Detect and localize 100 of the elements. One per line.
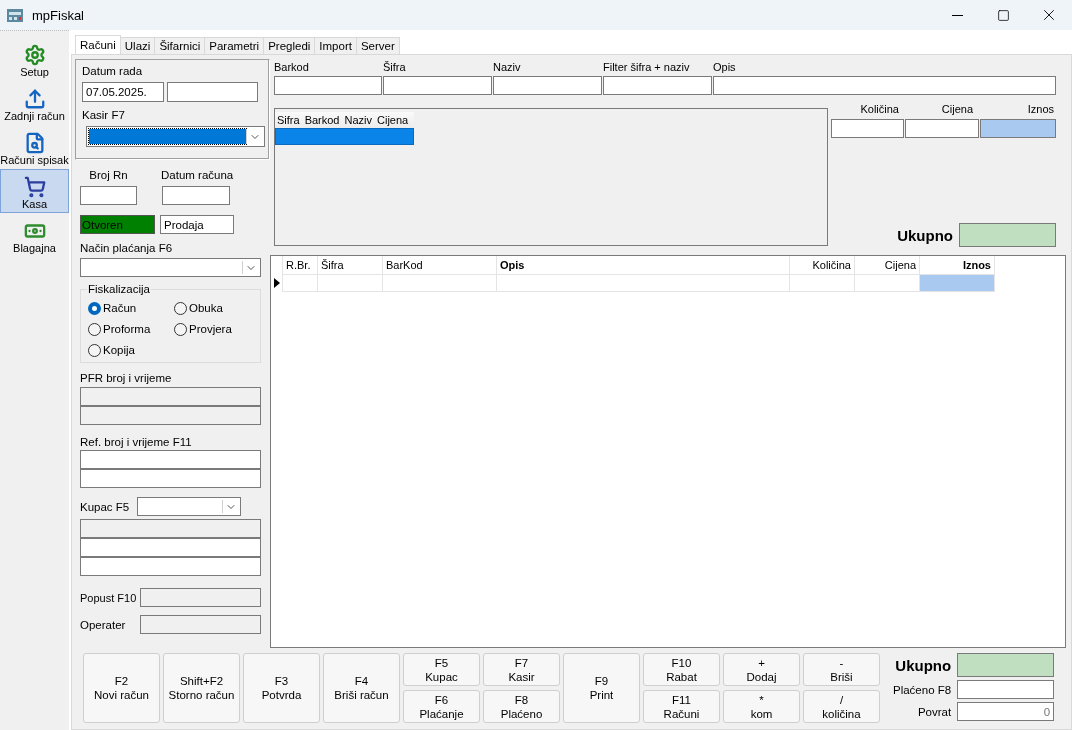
function-button[interactable]: F5 Kupac	[403, 653, 480, 686]
search-field[interactable]	[603, 76, 712, 95]
dropdown-arrow-icon[interactable]	[246, 129, 262, 144]
function-button[interactable]: + Dodaj	[723, 653, 800, 686]
app-icon	[6, 7, 24, 23]
radio-icon[interactable]	[88, 301, 101, 315]
search-field[interactable]	[274, 76, 382, 95]
input-field[interactable]	[80, 450, 261, 469]
change-field: 0	[957, 702, 1055, 721]
field-label: Barkod	[274, 61, 309, 73]
input-field[interactable]	[80, 469, 261, 488]
sidebar-item[interactable]: Setup	[0, 37, 69, 81]
cart-icon	[23, 176, 46, 198]
radio-option[interactable]: Obuka	[174, 300, 260, 316]
field-label: Šifra	[383, 61, 406, 73]
tab[interactable]: Računi	[75, 35, 121, 54]
field-label: Kasir F7	[82, 108, 126, 122]
field-label: Način plaćanja F6	[80, 241, 174, 255]
column-header: Barkod	[304, 114, 340, 126]
input-field[interactable]	[162, 186, 230, 205]
field-label: Ref. broj i vrijeme F11	[80, 435, 193, 449]
field-label: Količina	[860, 103, 899, 115]
dropdown-arrow-icon[interactable]	[222, 500, 238, 513]
sidebar-item[interactable]: Računi spisak	[0, 125, 69, 169]
table-cell	[283, 274, 318, 292]
tab[interactable]: Parametri	[204, 37, 265, 54]
field-label: Datum računa	[161, 168, 234, 182]
function-button[interactable]: / količina	[803, 690, 880, 723]
function-button[interactable]: * kom	[723, 690, 800, 723]
field-label: Povrat	[917, 705, 952, 718]
window-title: mpFiskal	[32, 7, 85, 23]
gear-icon	[23, 44, 46, 66]
type-field[interactable]: Prodaja	[160, 215, 234, 234]
field-label: Naziv	[493, 61, 521, 73]
function-button[interactable]: F2 Novi račun	[83, 653, 160, 723]
search-field[interactable]	[713, 76, 1056, 95]
input-field[interactable]	[80, 538, 261, 557]
radio-icon[interactable]	[88, 343, 101, 357]
total-label: Ukupno	[895, 656, 952, 674]
column-header: Sifra	[277, 114, 300, 126]
field-label: Iznos	[1027, 103, 1054, 115]
field-label: Filter šifra + naziv	[603, 61, 690, 73]
radio-option[interactable]: Račun	[88, 300, 174, 316]
radio-option[interactable]: Provjera	[174, 321, 260, 337]
function-button[interactable]: F3 Potvrda	[243, 653, 320, 723]
payment-dropdown[interactable]	[80, 258, 261, 277]
tab[interactable]: Šifarnici	[154, 37, 206, 54]
table-cell	[790, 274, 855, 292]
tab[interactable]: Pregledi	[263, 37, 316, 54]
field-label: Cijena	[941, 103, 973, 115]
radio-icon[interactable]	[174, 322, 187, 336]
sidebar-item[interactable]: Kasa	[0, 169, 69, 213]
input-field[interactable]	[80, 557, 261, 576]
input-field[interactable]	[980, 119, 1056, 138]
radio-option[interactable]: Proforma	[88, 321, 174, 337]
paid-field[interactable]	[957, 680, 1055, 699]
tab[interactable]: Ulazi	[119, 37, 156, 54]
function-button[interactable]: F10 Rabat	[643, 653, 720, 686]
function-button[interactable]: F4 Briši račun	[323, 653, 400, 723]
function-button[interactable]: F6 Plaćanje	[403, 690, 480, 723]
field-label: PFR broj i vrijeme	[80, 371, 173, 385]
sidebar-item[interactable]: Blagajna	[0, 213, 69, 257]
customer-dropdown[interactable]	[137, 497, 241, 516]
input-field[interactable]	[167, 82, 258, 102]
total-label: Ukupno	[897, 226, 953, 244]
function-button[interactable]: - Briši	[803, 653, 880, 686]
input-field[interactable]	[905, 119, 979, 138]
input-field[interactable]	[831, 119, 904, 138]
function-button[interactable]: F8 Plaćeno	[483, 690, 560, 723]
function-button[interactable]: F9 Print	[563, 653, 640, 723]
maximize-icon	[996, 8, 1010, 22]
input-field[interactable]	[80, 186, 137, 205]
field-label: Broj Rn	[88, 168, 129, 182]
function-button[interactable]: F7 Kasir	[483, 653, 560, 686]
search-field[interactable]	[493, 76, 602, 95]
group-title: Fiskalizacija	[87, 283, 151, 295]
radio-option[interactable]: Kopija	[88, 342, 174, 358]
field-label: Kupac F5	[80, 499, 131, 514]
function-button[interactable]: F11 Računi	[643, 690, 720, 723]
upload-icon	[23, 88, 46, 110]
cashier-dropdown[interactable]	[86, 126, 265, 147]
radio-icon[interactable]	[174, 301, 187, 315]
radio-icon[interactable]	[88, 322, 101, 336]
date-field[interactable]: 07.05.2025.	[82, 82, 164, 102]
table-cell	[855, 274, 920, 292]
tab[interactable]: Import	[314, 37, 357, 54]
sidebar-item[interactable]: Zadnji račun	[0, 81, 69, 125]
field-label: Opis	[713, 61, 736, 73]
search-field[interactable]	[383, 76, 492, 95]
column-header: Naziv	[344, 114, 372, 126]
field-label: Datum rada	[82, 64, 144, 78]
field-label: Popust F10	[80, 590, 138, 605]
status-field: Otvoren	[80, 215, 155, 234]
tab[interactable]: Server	[355, 37, 400, 54]
minimize-icon	[951, 14, 963, 16]
table-cell	[318, 274, 383, 292]
dropdown-arrow-icon[interactable]	[242, 261, 258, 274]
field-label: Plaćeno F8	[893, 683, 952, 696]
function-button[interactable]: Shift+F2 Storno račun	[163, 653, 240, 723]
column-header: Cijena	[377, 114, 409, 126]
